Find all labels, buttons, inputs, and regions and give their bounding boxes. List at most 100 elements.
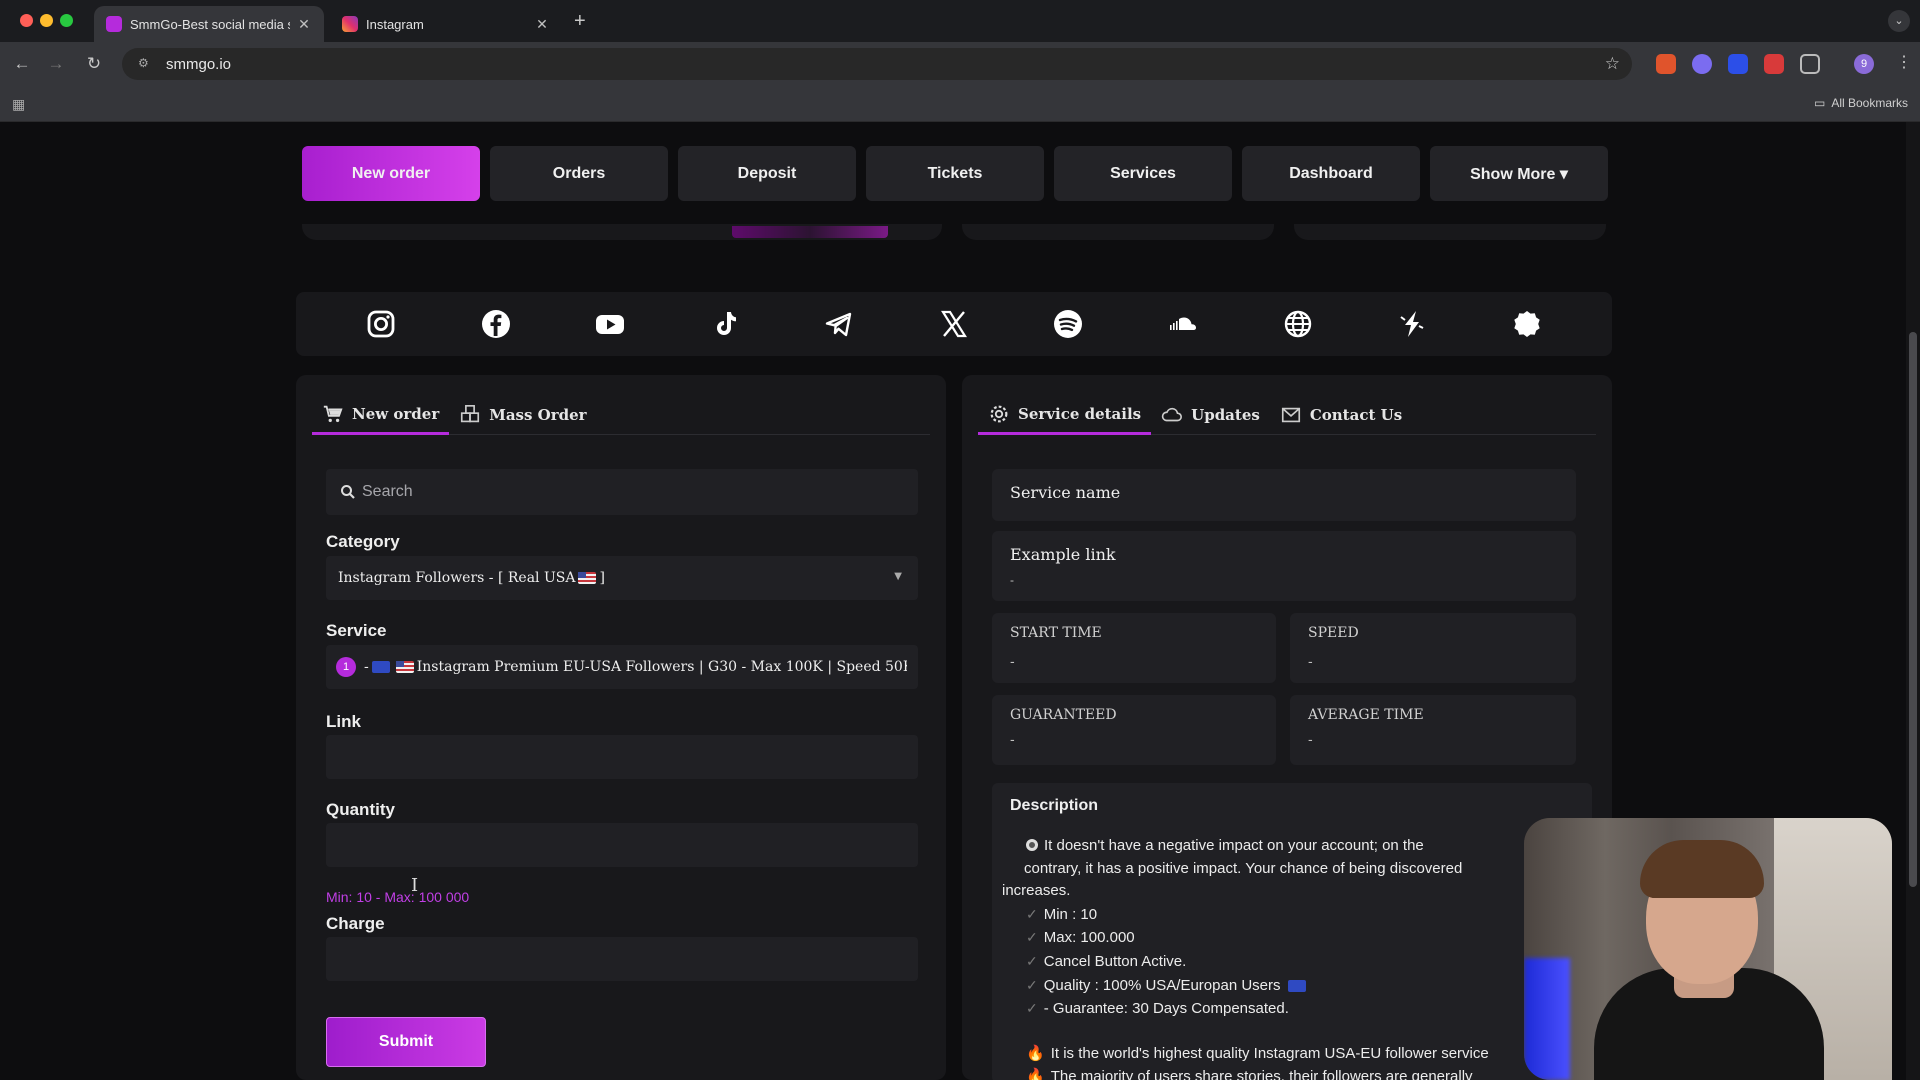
extension-icon[interactable] bbox=[1692, 54, 1712, 74]
telegram-icon[interactable] bbox=[821, 306, 857, 342]
tab-updates[interactable]: Updates bbox=[1151, 395, 1270, 435]
webcam-person-hair bbox=[1640, 840, 1764, 898]
platform-icon-bar bbox=[296, 292, 1612, 356]
tab-contact-us-label: Contact Us bbox=[1309, 406, 1403, 424]
apps-grid-icon[interactable]: ▦ bbox=[12, 96, 25, 113]
soundcloud-icon[interactable] bbox=[1165, 306, 1201, 342]
nav-dashboard[interactable]: Dashboard bbox=[1242, 146, 1420, 201]
tab-mass-order[interactable]: Mass Order bbox=[449, 395, 596, 435]
forward-arrow-icon[interactable]: → bbox=[44, 52, 68, 76]
description-line: Max: 100.000 bbox=[1043, 929, 1135, 947]
badge-icon[interactable] bbox=[1509, 306, 1545, 342]
link-input[interactable] bbox=[326, 735, 918, 779]
youtube-icon[interactable] bbox=[592, 306, 628, 342]
example-link-box: Example link - bbox=[992, 531, 1576, 601]
close-tab-icon[interactable]: ✕ bbox=[534, 16, 550, 33]
description-line: It doesn't have a negative impact on you… bbox=[1044, 837, 1424, 854]
service-select[interactable]: 1 - Instagram Premium EU-USA Followers |… bbox=[326, 645, 918, 689]
nav-services[interactable]: Services bbox=[1054, 146, 1232, 201]
back-arrow-icon[interactable]: ← bbox=[10, 52, 34, 76]
star-icon[interactable] bbox=[1394, 306, 1430, 342]
nav-tickets[interactable]: Tickets bbox=[866, 146, 1044, 201]
nav-orders[interactable]: Orders bbox=[490, 146, 668, 201]
browser-toolbar: ← → ↻ ⚙ smmgo.io ☆ 9 ⋮ bbox=[0, 42, 1920, 86]
average-time-value: - bbox=[1308, 731, 1313, 747]
close-tab-icon[interactable]: ✕ bbox=[296, 16, 312, 33]
checkmark-icon: ✓ bbox=[1026, 1000, 1038, 1017]
link-label: Link bbox=[326, 712, 361, 731]
close-window-button[interactable] bbox=[20, 14, 33, 27]
extension-icon[interactable] bbox=[1764, 54, 1784, 74]
browser-tab-title: Instagram bbox=[366, 16, 424, 32]
webcam-blue-light bbox=[1524, 958, 1570, 1080]
speed-value: - bbox=[1308, 653, 1313, 669]
quantity-hint: Min: 10 - Max: 100 000 bbox=[326, 889, 470, 905]
address-bar[interactable]: ⚙ smmgo.io ☆ bbox=[122, 48, 1632, 80]
x-icon[interactable] bbox=[936, 306, 972, 342]
eu-flag-icon bbox=[1287, 979, 1306, 992]
tab-service-details-label: Service details bbox=[1018, 404, 1142, 423]
start-time-box: START TIME - bbox=[992, 613, 1276, 683]
tab-new-order-label: New order bbox=[352, 404, 440, 423]
bookmark-star-icon[interactable]: ☆ bbox=[1605, 54, 1620, 74]
speed-label: SPEED bbox=[1308, 625, 1359, 641]
browser-tab-instagram[interactable]: Instagram ✕ bbox=[330, 6, 562, 42]
description-label: Description bbox=[1010, 797, 1099, 814]
globe-icon[interactable] bbox=[1280, 306, 1316, 342]
profile-avatar[interactable]: 9 bbox=[1854, 54, 1874, 74]
average-time-label: AVERAGE TIME bbox=[1308, 707, 1424, 723]
checkmark-icon: ✓ bbox=[1026, 929, 1038, 946]
header-panel-edge bbox=[962, 224, 1274, 240]
chevron-down-icon[interactable]: ⌄ bbox=[1888, 10, 1910, 32]
instagram-icon[interactable] bbox=[363, 306, 399, 342]
instagram-favicon-icon bbox=[342, 16, 358, 32]
new-order-card: New order Mass Order Search Category Ins… bbox=[296, 375, 946, 1080]
webcam-overlay bbox=[1524, 818, 1892, 1080]
reload-icon[interactable]: ↻ bbox=[82, 52, 106, 76]
service-search-input[interactable]: Search bbox=[326, 469, 918, 515]
service-details-card: Service details Updates Contact Us Servi… bbox=[962, 375, 1612, 1080]
service-name-label: Service name bbox=[1010, 483, 1121, 502]
search-placeholder: Search bbox=[362, 483, 413, 500]
description-line: - Guarantee: 30 Days Compensated. bbox=[1043, 1000, 1289, 1018]
site-settings-icon[interactable]: ⚙ bbox=[138, 56, 154, 72]
page-scrollbar[interactable] bbox=[1906, 122, 1920, 1080]
start-time-value: - bbox=[1010, 653, 1015, 669]
description-line: contrary, it has a positive impact. Your… bbox=[1024, 859, 1463, 877]
extension-icon[interactable] bbox=[1656, 54, 1676, 74]
speed-box: SPEED - bbox=[1290, 613, 1576, 683]
scrollbar-thumb[interactable] bbox=[1909, 332, 1917, 887]
quantity-input[interactable] bbox=[326, 823, 918, 867]
description-text: It doesn't have a negative impact on you… bbox=[1002, 835, 1586, 1080]
tiktok-icon[interactable] bbox=[707, 306, 743, 342]
all-bookmarks-button[interactable]: ▭ All Bookmarks bbox=[1814, 96, 1908, 110]
quantity-label: Quantity bbox=[326, 800, 395, 819]
spotify-icon[interactable] bbox=[1050, 306, 1086, 342]
nav-new-order[interactable]: New order bbox=[302, 146, 480, 201]
browser-menu-icon[interactable]: ⋮ bbox=[1896, 52, 1912, 72]
nav-deposit[interactable]: Deposit bbox=[678, 146, 856, 201]
category-select[interactable]: Instagram Followers - [ Real USA ] ▼ bbox=[326, 556, 918, 600]
cloud-icon bbox=[1161, 407, 1183, 422]
description-box: Description It doesn't have a negative i… bbox=[992, 783, 1592, 1080]
charge-field bbox=[326, 937, 918, 981]
minimize-window-button[interactable] bbox=[40, 14, 53, 27]
bookmarks-bar: ▦ ▭ All Bookmarks bbox=[0, 86, 1920, 122]
average-time-box: AVERAGE TIME - bbox=[1290, 695, 1576, 765]
extension-icon[interactable] bbox=[1728, 54, 1748, 74]
facebook-icon[interactable] bbox=[478, 306, 514, 342]
extensions-puzzle-icon[interactable] bbox=[1800, 54, 1820, 74]
eu-flag-icon bbox=[371, 661, 390, 673]
description-line: Cancel Button Active. bbox=[1043, 952, 1187, 970]
tab-service-details[interactable]: Service details bbox=[978, 395, 1152, 435]
browser-tab-smmgo[interactable]: SmmGo-Best social media se ✕ bbox=[94, 6, 324, 42]
tab-contact-us[interactable]: Contact Us bbox=[1270, 395, 1412, 435]
usa-flag-icon bbox=[578, 572, 597, 584]
submit-button[interactable]: Submit bbox=[326, 1017, 486, 1067]
tab-new-order[interactable]: New order bbox=[312, 395, 450, 435]
browser-chrome: SmmGo-Best social media se ✕ Instagram ✕… bbox=[0, 0, 1920, 122]
checkmark-icon: ✓ bbox=[1026, 952, 1038, 969]
nav-show-more[interactable]: Show More ▾ bbox=[1430, 146, 1608, 201]
maximize-window-button[interactable] bbox=[60, 14, 73, 27]
new-tab-icon[interactable]: + bbox=[574, 10, 586, 33]
